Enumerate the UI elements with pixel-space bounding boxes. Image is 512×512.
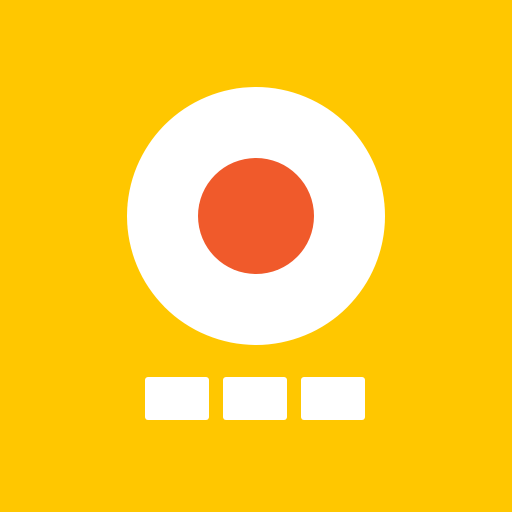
record-app-icon (0, 0, 512, 512)
record-dot-icon (198, 158, 314, 274)
segment-1 (145, 377, 209, 420)
segment-3 (301, 377, 365, 420)
segment-2 (223, 377, 287, 420)
app-icon[interactable] (0, 0, 512, 512)
segment-indicator (145, 377, 365, 420)
